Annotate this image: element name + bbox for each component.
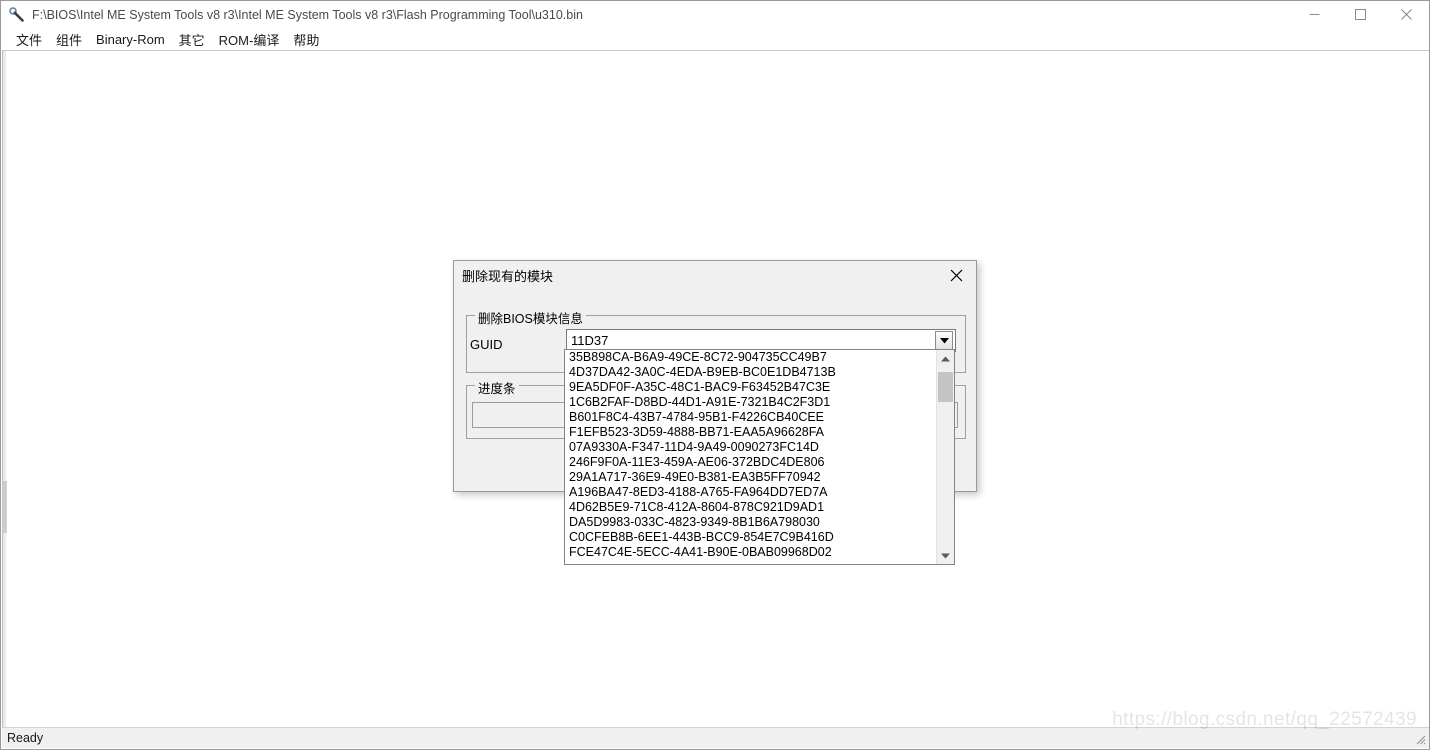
minimize-icon: [1309, 14, 1319, 15]
dialog-title-bar: 删除现有的模块: [454, 261, 976, 290]
chevron-down-icon[interactable]: [935, 331, 953, 350]
dropdown-item[interactable]: B601F8C4-43B7-4784-95B1-F4226CB40CEE: [565, 410, 936, 425]
close-icon: [950, 269, 962, 282]
menu-item-other[interactable]: 其它: [172, 28, 212, 51]
close-button[interactable]: [1383, 1, 1429, 28]
watermark: https://blog.csdn.net/qq_22572439: [1112, 709, 1417, 730]
status-text: Ready: [7, 731, 44, 745]
scroll-down-icon[interactable]: [937, 547, 954, 564]
dropdown-item[interactable]: 1C6B2FAF-D8BD-44D1-A91E-7321B4C2F3D1: [565, 395, 936, 410]
background-window-scrollbar: [2, 481, 7, 533]
dropdown-scrollbar[interactable]: [936, 350, 954, 564]
dropdown-item[interactable]: 4D62B5E9-71C8-412A-8604-878C921D9AD1: [565, 500, 936, 515]
dropdown-item[interactable]: 07A9330A-F347-11D4-9A49-0090273FC14D: [565, 440, 936, 455]
dropdown-item[interactable]: F1EFB523-3D59-4888-BB71-EAA5A96628FA: [565, 425, 936, 440]
dropdown-item[interactable]: 35B898CA-B6A9-49CE-8C72-904735CC49B7: [565, 350, 936, 365]
window-controls: [1291, 1, 1429, 28]
guid-dropdown-list[interactable]: 35B898CA-B6A9-49CE-8C72-904735CC49B7 4D37…: [564, 349, 955, 565]
title-bar: F:\BIOS\Intel ME System Tools v8 r3\Inte…: [1, 1, 1429, 28]
menu-bar: 文件 组件 Binary-Rom 其它 ROM-编译 帮助: [1, 28, 1429, 50]
menu-item-components[interactable]: 组件: [49, 28, 89, 51]
scroll-up-icon[interactable]: [937, 350, 954, 367]
minimize-button[interactable]: [1291, 1, 1337, 28]
dropdown-item[interactable]: 9EA5DF0F-A35C-48C1-BAC9-F63452B47C3E: [565, 380, 936, 395]
menu-item-binary-rom[interactable]: Binary-Rom: [89, 30, 172, 49]
resize-grip-icon[interactable]: [1412, 731, 1426, 745]
dropdown-item[interactable]: 4D37DA42-3A0C-4EDA-B9EB-BC0E1DB4713B: [565, 365, 936, 380]
dropdown-item[interactable]: 29A1A717-36E9-49E0-B381-EA3B5FF70942: [565, 470, 936, 485]
maximize-icon: [1354, 9, 1366, 20]
maximize-button[interactable]: [1337, 1, 1383, 28]
dropdown-item[interactable]: FCE47C4E-5ECC-4A41-B90E-0BAB09968D02: [565, 545, 936, 560]
menu-item-file[interactable]: 文件: [9, 28, 49, 51]
progress-group-legend: 进度条: [475, 378, 519, 397]
dropdown-item[interactable]: 246F9F0A-11E3-459A-AE06-372BDC4DE806: [565, 455, 936, 470]
scrollbar-thumb[interactable]: [938, 372, 953, 402]
dropdown-item[interactable]: A196BA47-8ED3-4188-A765-FA964DD7ED7A: [565, 485, 936, 500]
background-window-edge: [2, 51, 7, 728]
dropdown-item[interactable]: DA5D9983-033C-4823-9349-8B1B6A798030: [565, 515, 936, 530]
dialog-title: 删除现有的模块: [462, 269, 554, 284]
dropdown-item[interactable]: C0CFEB8B-6EE1-443B-BCC9-854E7C9B416D: [565, 530, 936, 545]
dropdown-items: 35B898CA-B6A9-49CE-8C72-904735CC49B7 4D37…: [565, 350, 936, 564]
wrench-icon: [6, 4, 28, 26]
application-window: F:\BIOS\Intel ME System Tools v8 r3\Inte…: [0, 0, 1430, 750]
guid-label: GUID: [470, 337, 503, 352]
close-icon: [1400, 9, 1412, 20]
guid-input[interactable]: 11D37: [571, 333, 935, 348]
menu-item-rom-compile[interactable]: ROM-编译: [212, 28, 287, 51]
dialog-close-button[interactable]: [936, 262, 976, 290]
menu-item-help[interactable]: 帮助: [286, 28, 326, 51]
bios-group-legend: 删除BIOS模块信息: [475, 308, 586, 327]
window-title: F:\BIOS\Intel ME System Tools v8 r3\Inte…: [32, 7, 583, 22]
